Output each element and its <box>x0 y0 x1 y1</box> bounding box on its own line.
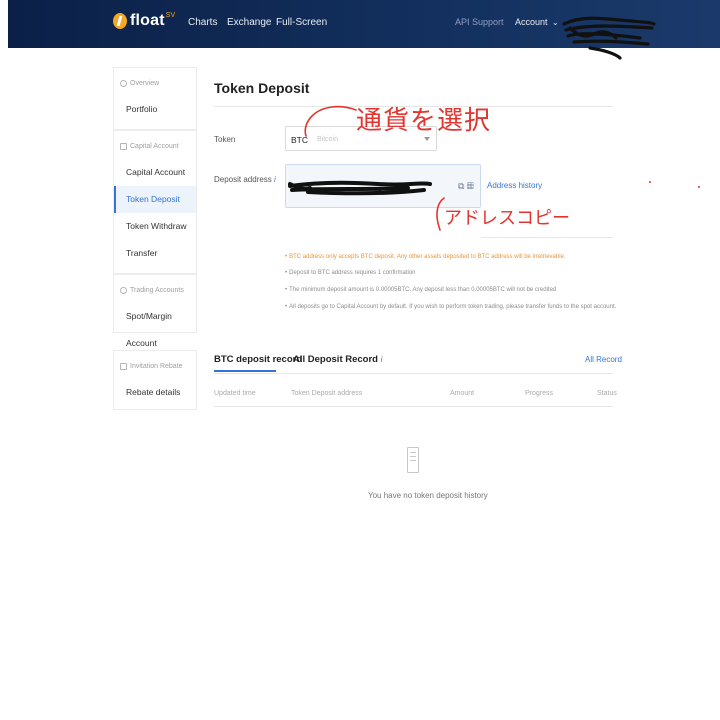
nav-charts[interactable]: Charts <box>188 17 217 28</box>
sidebar-item-transfer[interactable]: Transfer <box>114 240 196 267</box>
tab-all-deposit-record[interactable]: All Deposit Record i <box>293 354 382 365</box>
all-record-link[interactable]: All Record <box>585 355 622 364</box>
column-header: Status <box>597 390 617 397</box>
annotation-dot <box>698 186 700 188</box>
annotation-copy-address: アドレスコピー <box>444 208 570 229</box>
column-header: Progress <box>525 390 554 397</box>
page-title: Token Deposit <box>214 80 310 96</box>
brand-suffix: SV <box>165 11 176 19</box>
deposit-address-label: Deposit address i <box>214 175 276 184</box>
deposit-address-box[interactable] <box>285 164 481 208</box>
annotation-dot <box>649 181 651 183</box>
divider <box>481 237 613 238</box>
sidebar-item-token-deposit[interactable]: Token Deposit <box>114 186 196 213</box>
copy-qr-icons[interactable]: ⧉ ▦ <box>458 181 474 192</box>
redaction-scribble <box>562 16 656 60</box>
nav-api[interactable]: API <box>455 17 470 27</box>
annotation-select-currency: 通貨を選択 <box>356 106 492 136</box>
sidebar-heading-capital: Capital Account <box>114 131 196 159</box>
address-history-link[interactable]: Address history <box>487 181 542 190</box>
sidebar-item-rebate-details[interactable]: Rebate details <box>114 379 196 406</box>
column-header: Amount <box>450 390 475 397</box>
nav-support[interactable]: Support <box>472 17 504 27</box>
sidebar-item-spot-margin-account[interactable]: Spot/Margin Account <box>114 303 196 348</box>
info-icon[interactable]: i <box>274 175 276 184</box>
sidebar-capital-group: Capital Account Capital Account Token De… <box>113 130 197 274</box>
empty-state-text: You have no token deposit history <box>368 491 488 500</box>
deposit-warning-note: BTC address only accepts BTC deposit. An… <box>285 254 565 260</box>
sidebar-item-token-withdraw[interactable]: Token Withdraw <box>114 213 196 240</box>
sidebar-heading-invitation: Invitation Rebate <box>114 351 196 379</box>
column-header: Updated time <box>214 390 256 397</box>
sidebar-item-portfolio[interactable]: Portfolio <box>114 96 196 123</box>
sidebar-heading-overview: Overview <box>114 68 196 96</box>
nav-account[interactable]: Account ⌄ <box>515 17 559 27</box>
column-header: Token Deposit address <box>291 390 363 397</box>
deposit-note: Deposit to BTC address requires 1 confir… <box>285 270 415 276</box>
brand-name: float <box>130 12 165 29</box>
gift-icon <box>120 363 127 370</box>
top-navigation-bar: float SV Charts Exchange Full-Screen API… <box>8 0 720 60</box>
nav-full-screen[interactable]: Full-Screen <box>276 17 327 28</box>
divider <box>214 373 613 374</box>
exchange-icon <box>120 287 127 294</box>
deposit-note: All deposits go to Capital Account by de… <box>285 304 616 310</box>
sidebar-trading-group: Trading Accounts Spot/Margin Account <box>113 274 197 348</box>
tab-btc-deposit-record[interactable]: BTC deposit record <box>214 354 302 365</box>
sidebar-invitation-group: Invitation Rebate Rebate details <box>113 350 197 410</box>
annotation-arrow <box>304 105 357 137</box>
divider <box>214 406 613 407</box>
info-icon: i <box>380 355 383 364</box>
float-logo-icon <box>113 13 127 29</box>
wallet-icon <box>120 143 127 150</box>
deposit-note: The minimum deposit amount is 0.00005BTC… <box>285 287 556 293</box>
active-tab-indicator <box>214 370 276 372</box>
caret-down-icon <box>424 137 430 141</box>
token-label: Token <box>214 135 236 144</box>
sidebar-overview-group: Overview Portfolio <box>113 67 197 130</box>
nav-exchange[interactable]: Exchange <box>227 17 271 28</box>
empty-document-icon <box>407 447 419 473</box>
redaction-scribble <box>288 180 432 196</box>
chevron-down-icon: ⌄ <box>552 18 559 27</box>
brand-logo[interactable]: float SV <box>113 12 175 30</box>
account-label: Account <box>515 17 548 27</box>
sidebar-item-capital-account[interactable]: Capital Account <box>114 159 196 186</box>
sidebar-heading-trading: Trading Accounts <box>114 275 196 303</box>
clock-icon <box>120 80 127 87</box>
